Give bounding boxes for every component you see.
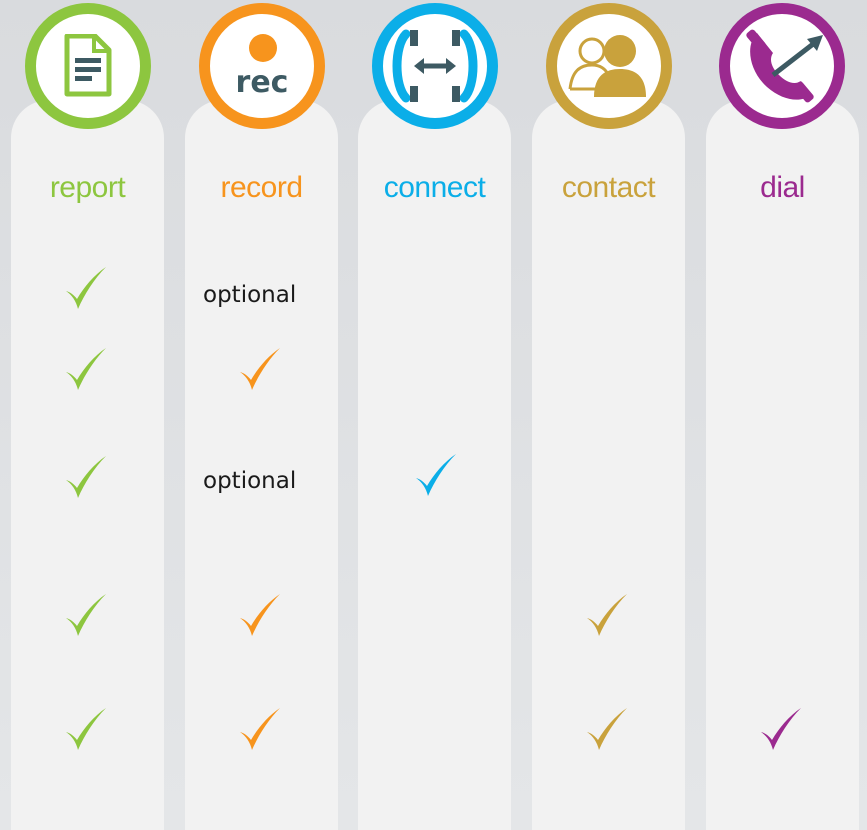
label-connect: connect <box>383 171 486 204</box>
check-icon <box>587 708 627 750</box>
optional-text: optional <box>203 282 297 308</box>
record-icon: rec <box>199 3 325 129</box>
check-icon <box>66 708 106 750</box>
check-icon <box>66 594 106 636</box>
check-icon <box>66 456 106 498</box>
label-record: record <box>220 171 303 204</box>
check-icon <box>240 708 280 750</box>
check-icon <box>587 594 627 636</box>
dial-icon <box>719 3 845 129</box>
contact-icon <box>546 3 672 129</box>
label-report: report <box>49 171 126 204</box>
record-icon-text: rec <box>236 65 289 100</box>
check-icon <box>240 348 280 390</box>
connect-icon <box>372 3 498 129</box>
check-icon <box>66 267 106 309</box>
report-icon <box>25 3 151 129</box>
check-icon <box>240 594 280 636</box>
check-icon <box>761 708 801 750</box>
check-icon <box>66 348 106 390</box>
optional-text: optional <box>203 468 297 494</box>
check-icon <box>416 454 456 496</box>
label-dial: dial <box>760 171 805 204</box>
label-contact: contact <box>561 171 656 204</box>
